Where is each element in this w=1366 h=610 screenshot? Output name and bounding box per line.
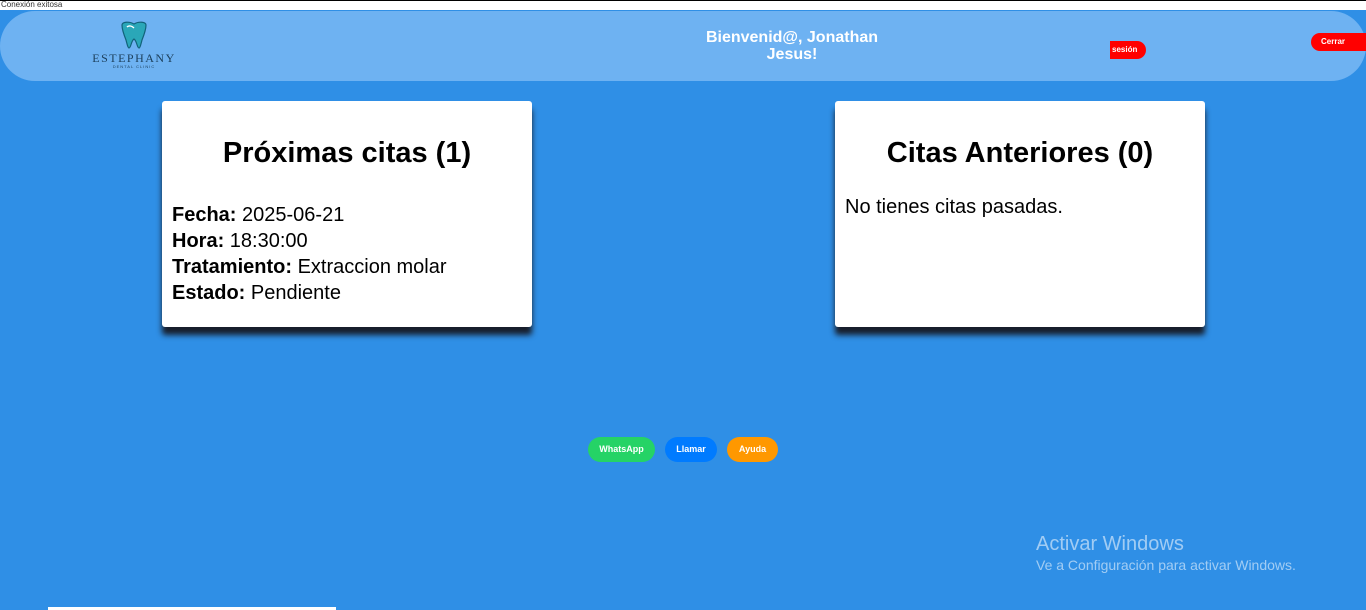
appointment-date: Fecha: 2025-06-21 bbox=[172, 202, 447, 228]
treatment-label: Tratamiento: bbox=[172, 256, 293, 278]
watermark-title: Activar Windows bbox=[1036, 533, 1184, 555]
appointment-status: Estado: Pendiente bbox=[172, 280, 447, 306]
help-button[interactable]: Ayuda bbox=[727, 437, 778, 462]
call-button[interactable]: Llamar bbox=[665, 437, 717, 462]
logo-subtitle: DENTAL CLINIC bbox=[112, 64, 156, 69]
status-value: Pendiente bbox=[250, 282, 341, 304]
time-value: 18:30:00 bbox=[229, 230, 308, 252]
connection-status: Conexión exitosa bbox=[0, 0, 1366, 10]
windows-activation-watermark: Activar Windows Ve a Configuración para … bbox=[1036, 533, 1296, 575]
appointment-time: Hora: 18:30:00 bbox=[172, 228, 447, 254]
welcome-message: Bienvenid@, Jonathan Jesus! bbox=[705, 29, 879, 63]
top-divider bbox=[0, 0, 1366, 1]
past-title: Citas Anteriores (0) bbox=[886, 137, 1154, 169]
time-label: Hora: bbox=[172, 230, 225, 252]
date-value: 2025-06-21 bbox=[242, 204, 345, 226]
tooth-logo-icon bbox=[121, 21, 147, 49]
status-label: Estado: bbox=[172, 282, 246, 304]
upcoming-title: Próximas citas (1) bbox=[222, 137, 472, 169]
watermark-subtitle: Ve a Configuración para activar Windows. bbox=[1036, 557, 1296, 573]
whatsapp-button[interactable]: WhatsApp bbox=[588, 437, 655, 462]
logout-button[interactable]: sesión bbox=[1110, 41, 1146, 59]
empty-message: No tienes citas pasadas. bbox=[845, 196, 1063, 218]
appointment-item: Fecha: 2025-06-21 Hora: 18:30:00 Tratami… bbox=[172, 202, 447, 306]
header-bar: ESTEPHANY DENTAL CLINIC Bienvenid@, Jona… bbox=[0, 11, 1366, 81]
appointment-treatment: Tratamiento: Extraccion molar bbox=[172, 254, 447, 280]
upcoming-appointments-card: Próximas citas (1) Fecha: 2025-06-21 Hor… bbox=[162, 101, 532, 327]
close-button[interactable]: Cerrar bbox=[1311, 33, 1366, 51]
treatment-value: Extraccion molar bbox=[297, 256, 447, 278]
date-label: Fecha: bbox=[172, 204, 237, 226]
clinic-logo[interactable]: ESTEPHANY DENTAL CLINIC bbox=[84, 21, 184, 73]
past-appointments-card: Citas Anteriores (0) No tienes citas pas… bbox=[835, 101, 1205, 327]
